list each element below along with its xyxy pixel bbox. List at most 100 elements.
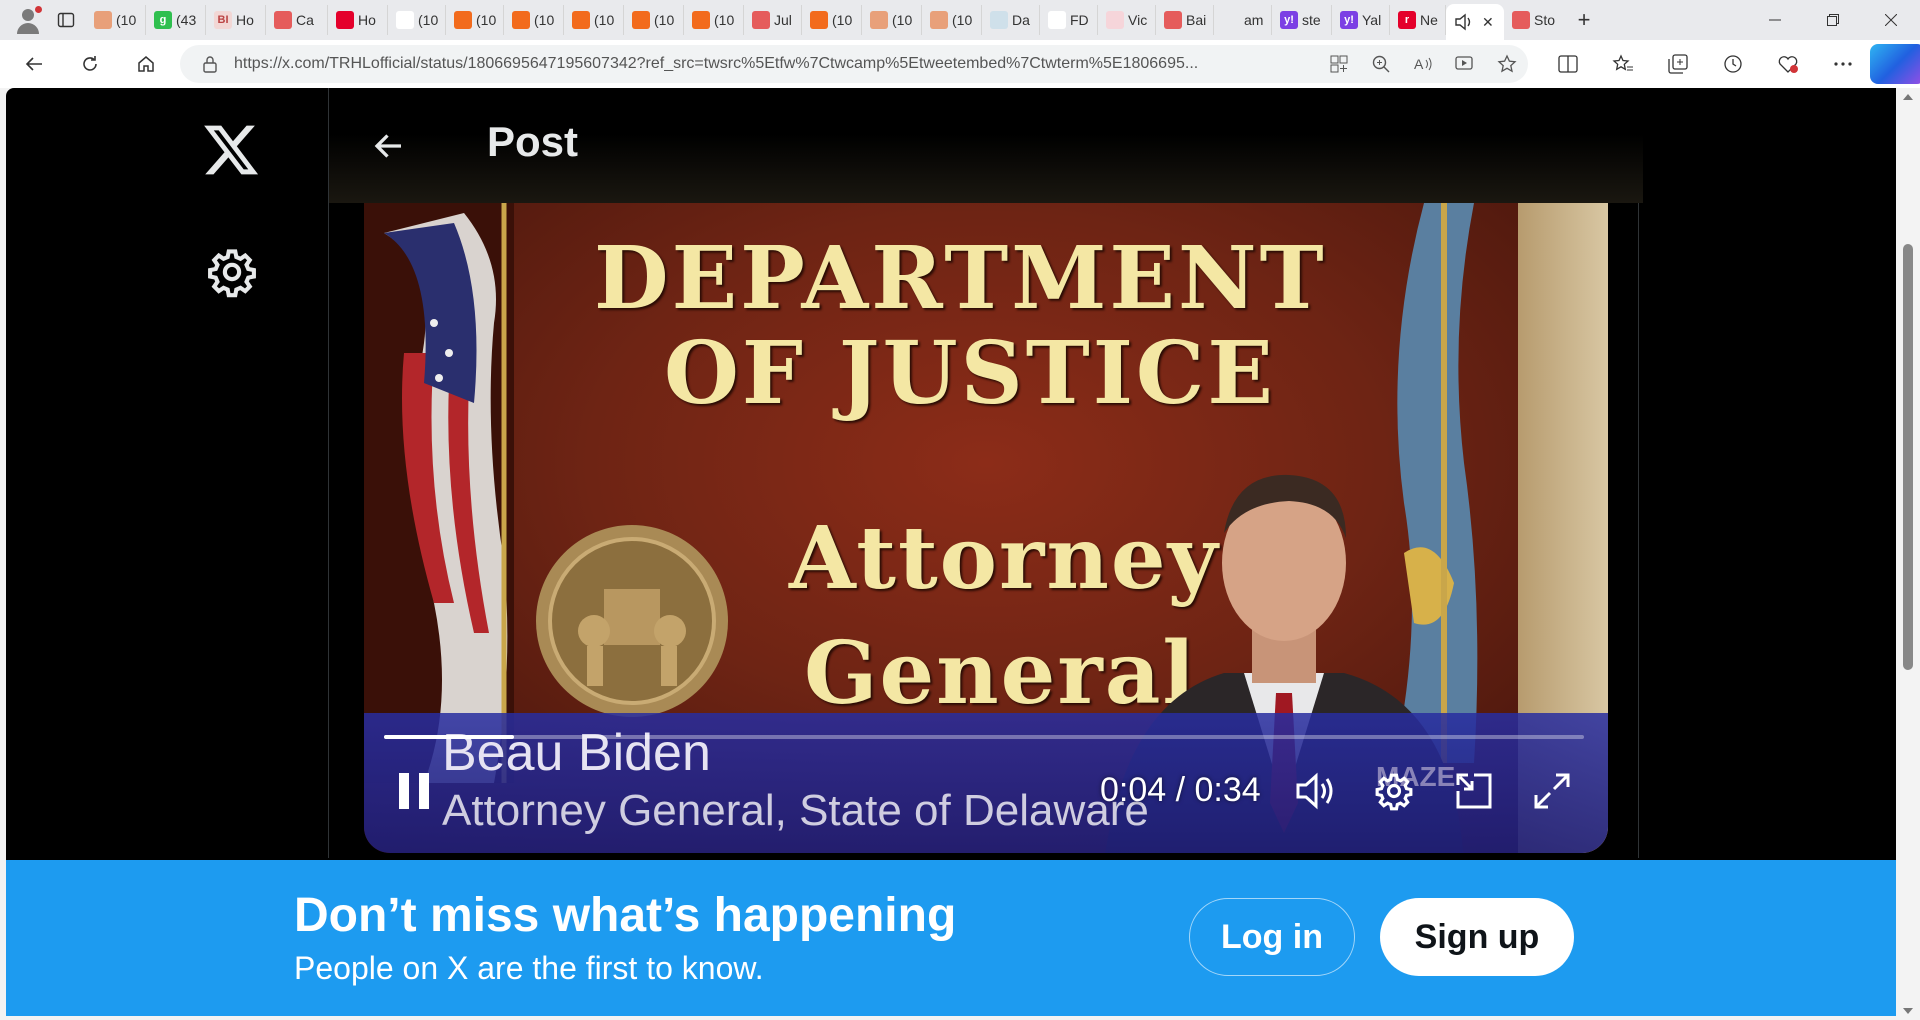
tab-title: (10 xyxy=(534,12,555,28)
speaker-icon[interactable] xyxy=(1454,13,1474,31)
fullscreen-button[interactable] xyxy=(1524,763,1580,819)
back-button[interactable] xyxy=(14,44,54,84)
minimize-button[interactable] xyxy=(1746,0,1804,40)
lock-icon[interactable] xyxy=(200,55,220,73)
window-controls xyxy=(1746,0,1920,40)
sign-up-button[interactable]: Sign up xyxy=(1380,898,1574,976)
bookmark-icon xyxy=(512,11,530,29)
tab-title: Ne xyxy=(1420,12,1438,28)
browser-tab[interactable]: FD xyxy=(1040,5,1098,35)
browser-tab[interactable]: Bai xyxy=(1156,5,1214,35)
video-progress-fill xyxy=(384,735,514,739)
scroll-down-arrow-icon[interactable] xyxy=(1903,1008,1913,1014)
zoom-button[interactable] xyxy=(1360,49,1402,79)
browser-tab[interactable]: am xyxy=(1214,5,1272,35)
back-arrow-icon[interactable] xyxy=(371,128,407,164)
pause-button[interactable] xyxy=(386,763,442,819)
browser-tab[interactable]: BI Ho xyxy=(206,5,266,35)
address-toolbar: https://x.com/TRHLofficial/status/180669… xyxy=(0,40,1920,88)
browser-tab[interactable]: Jul xyxy=(744,5,802,35)
tab-title: Yal xyxy=(1362,12,1382,28)
browser-tab[interactable]: (10 xyxy=(504,5,564,35)
read-aloud-button[interactable]: A xyxy=(1402,49,1444,79)
browser-tab[interactable]: (10 xyxy=(684,5,744,35)
tab-title: Jul xyxy=(774,12,792,28)
scroll-up-arrow-icon[interactable] xyxy=(1903,94,1913,100)
video-player[interactable]: DEPARTMENT OF JUSTICE Attorney General B… xyxy=(364,203,1608,853)
browser-tab[interactable]: g (43 xyxy=(146,5,206,35)
picture-in-picture-button[interactable] xyxy=(1446,763,1502,819)
page-icon xyxy=(396,11,414,29)
browser-tab[interactable]: (10 xyxy=(86,5,146,35)
tab-title: FD xyxy=(1070,12,1089,28)
browser-tab[interactable]: r Ne xyxy=(1390,5,1446,35)
browser-tab[interactable]: y! ste xyxy=(1272,5,1332,35)
browser-tab-bar: (10 g (43 BI Ho Ca Ho (10 (10 (10 (10 (10 (10 Jul (10(… xyxy=(0,0,1920,40)
close-icon xyxy=(1885,14,1897,26)
restore-button[interactable] xyxy=(1804,0,1862,40)
yahoo-icon: y! xyxy=(1280,11,1298,29)
heart-pulse-icon xyxy=(1778,56,1798,73)
tab-title: Ho xyxy=(358,12,376,28)
page-viewport: Post DEPARTMENT OF JUSTICE Attorney Gene… xyxy=(6,88,1896,1016)
browser-tab[interactable]: y! Yal xyxy=(1332,5,1390,35)
browser-tab[interactable]: Vic xyxy=(1098,5,1156,35)
browser-tab[interactable]: (10 xyxy=(802,5,862,35)
browser-tab[interactable]: Ca xyxy=(266,5,328,35)
home-button[interactable] xyxy=(126,44,166,84)
settings-gear-icon[interactable] xyxy=(206,246,258,298)
tab-title: (10 xyxy=(594,12,615,28)
tab-title: (10 xyxy=(892,12,913,28)
page-scrollbar[interactable] xyxy=(1896,88,1920,1020)
favorite-button[interactable] xyxy=(1486,49,1528,79)
close-window-button[interactable] xyxy=(1862,0,1920,40)
profile-avatar[interactable] xyxy=(10,2,46,38)
app-available-button[interactable] xyxy=(1318,49,1360,79)
apps-icon xyxy=(1330,55,1348,73)
browser-tab[interactable]: (10 xyxy=(388,5,446,35)
pause-icon xyxy=(399,773,429,809)
browser-tab[interactable]: (10 xyxy=(446,5,504,35)
history-button[interactable] xyxy=(1705,44,1760,84)
news-icon: r xyxy=(1398,11,1416,29)
bi-icon: BI xyxy=(214,11,232,29)
play-box-icon xyxy=(1455,56,1473,70)
browser-tab[interactable]: (10 xyxy=(862,5,922,35)
video-progress-bar[interactable] xyxy=(384,735,1584,739)
profile-body xyxy=(17,23,39,34)
new-tab-button[interactable]: + xyxy=(1566,2,1602,38)
browser-tab[interactable]: Da xyxy=(982,5,1040,35)
youtube-icon xyxy=(1164,11,1182,29)
refresh-button[interactable] xyxy=(70,44,110,84)
close-tab-icon[interactable]: ✕ xyxy=(1482,14,1494,31)
browser-tab[interactable]: (10 xyxy=(624,5,684,35)
browser-tab[interactable]: Ho xyxy=(328,5,388,35)
active-browser-tab[interactable]: ✕ xyxy=(1446,4,1504,40)
video-settings-button[interactable] xyxy=(1366,763,1422,819)
scrollbar-thumb[interactable] xyxy=(1903,244,1913,670)
copilot-button[interactable] xyxy=(1870,44,1920,84)
url-text[interactable]: https://x.com/TRHLofficial/status/180669… xyxy=(234,55,1304,73)
collections-button[interactable] xyxy=(1650,44,1705,84)
media-button[interactable] xyxy=(1444,49,1486,79)
log-in-button[interactable]: Log in xyxy=(1189,898,1355,976)
split-screen-button[interactable] xyxy=(1540,44,1595,84)
volume-button[interactable] xyxy=(1288,763,1344,819)
tab-title: Sto xyxy=(1534,12,1556,28)
column-divider-left xyxy=(328,88,329,858)
browser-tab[interactable]: (10 xyxy=(564,5,624,35)
favorites-button[interactable] xyxy=(1595,44,1650,84)
tab-actions-button[interactable] xyxy=(46,0,86,40)
split-screen-icon xyxy=(1557,55,1578,73)
browser-tab[interactable]: Sto xyxy=(1504,5,1560,35)
x-logo-icon[interactable] xyxy=(201,120,261,180)
browser-essentials-button[interactable] xyxy=(1760,44,1815,84)
tab-title: (10 xyxy=(418,12,439,28)
picture-in-picture-icon xyxy=(1456,773,1492,809)
address-bar[interactable]: https://x.com/TRHLofficial/status/180669… xyxy=(180,45,1528,83)
browser-tab[interactable]: (10 xyxy=(922,5,982,35)
bookmark-icon xyxy=(572,11,590,29)
tab-title: (43 xyxy=(176,12,197,28)
signup-banner: Don’t miss what’s happening People on X … xyxy=(6,860,1896,1016)
more-menu-button[interactable] xyxy=(1815,44,1870,84)
